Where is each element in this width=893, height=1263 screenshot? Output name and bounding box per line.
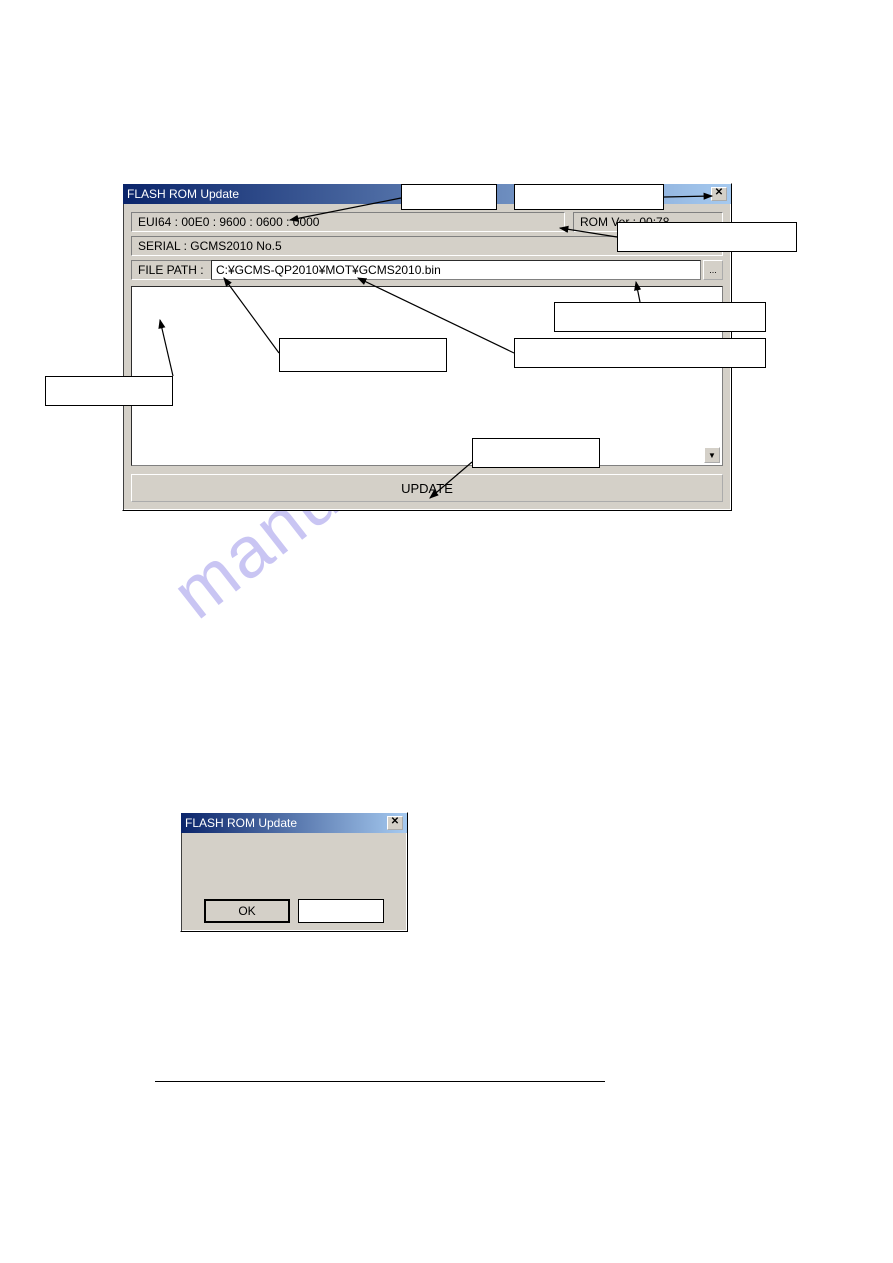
- confirm-button-row: OK: [189, 899, 399, 923]
- confirm-body: OK: [181, 833, 407, 931]
- eui64-field: EUI64 : 00E0 : 9600 : 0600 : 0000: [131, 212, 565, 232]
- update-button[interactable]: UPDATE: [131, 474, 723, 502]
- callout-box: [514, 184, 664, 210]
- callout-box: [514, 338, 766, 368]
- file-path-input[interactable]: C:¥GCMS-QP2010¥MOT¥GCMS2010.bin: [211, 260, 701, 280]
- window-title: FLASH ROM Update: [127, 187, 239, 201]
- callout-box: [554, 302, 766, 332]
- confirm-dialog: FLASH ROM Update ✕ OK: [180, 812, 408, 932]
- file-row: FILE PATH : C:¥GCMS-QP2010¥MOT¥GCMS2010.…: [131, 260, 723, 280]
- callout-box: [617, 222, 797, 252]
- confirm-title: FLASH ROM Update: [185, 816, 297, 830]
- close-button[interactable]: ✕: [711, 187, 727, 201]
- callout-box: [472, 438, 600, 468]
- file-path-label: FILE PATH :: [131, 260, 211, 280]
- cancel-button-placeholder: [298, 899, 384, 923]
- callout-box: [401, 184, 497, 210]
- browse-button[interactable]: ...: [703, 260, 723, 280]
- callout-box: [45, 376, 173, 406]
- confirm-message-area: [189, 841, 399, 871]
- ok-button[interactable]: OK: [204, 899, 290, 923]
- confirm-titlebar: FLASH ROM Update ✕: [181, 813, 407, 833]
- scroll-down-icon[interactable]: ▼: [704, 447, 720, 463]
- callout-box: [279, 338, 447, 372]
- divider-line: [155, 1081, 605, 1082]
- confirm-close-button[interactable]: ✕: [387, 816, 403, 830]
